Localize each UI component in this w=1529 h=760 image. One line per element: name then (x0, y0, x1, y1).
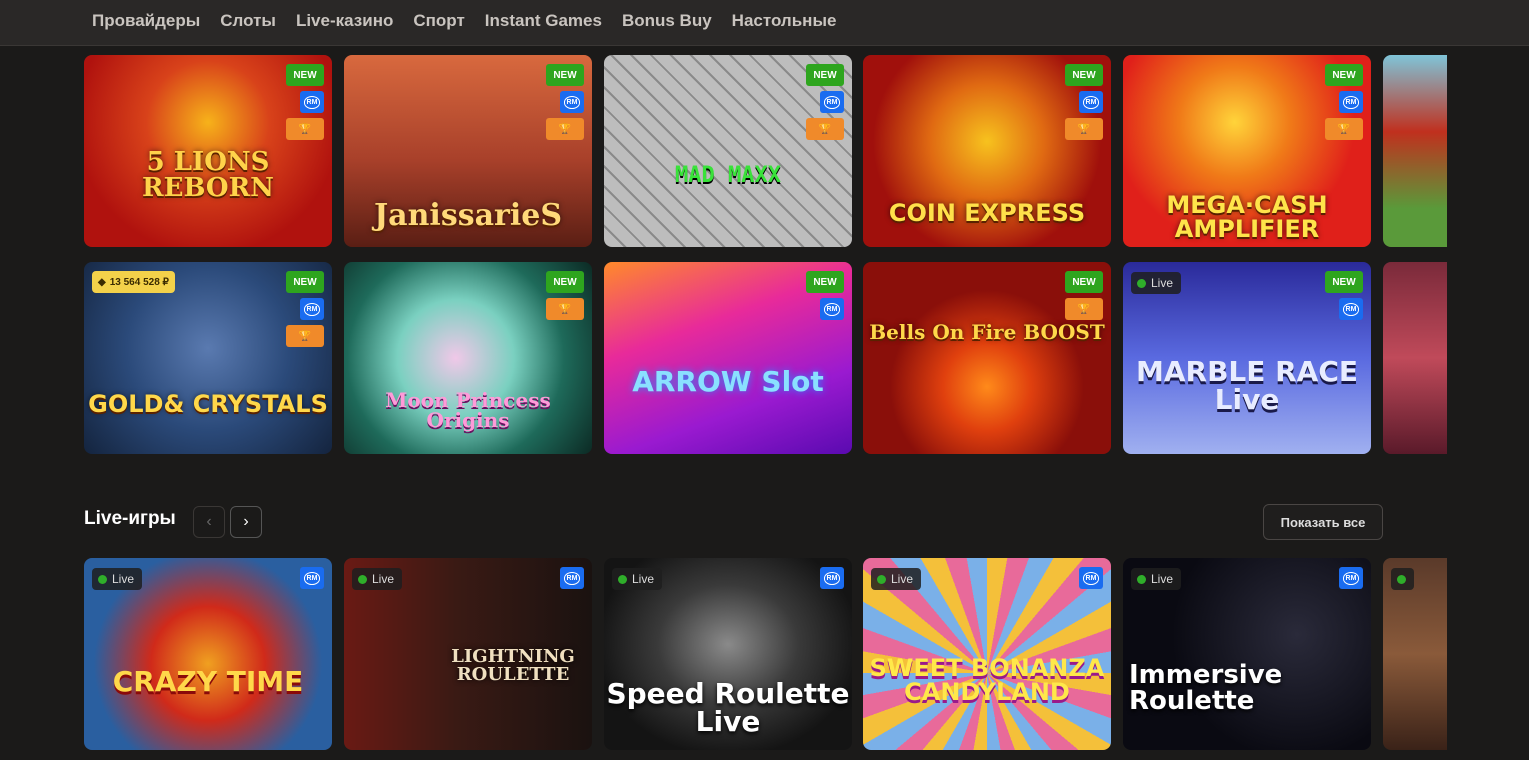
rm-icon: RM (1079, 567, 1103, 589)
game-title: 5 LIONS REBORN (142, 147, 274, 203)
show-all-button[interactable]: Показать все (1263, 504, 1383, 540)
game-card-5-lions-reborn[interactable]: 5 LIONS REBORN NEW RM 🏆 (84, 55, 332, 247)
trophy-icon: 🏆 (286, 325, 324, 347)
trophy-icon: 🏆 (1065, 118, 1103, 140)
nav-live-casino[interactable]: Live-казино (296, 11, 393, 31)
game-card-coin-express[interactable]: COIN EXPRESS NEW RM 🏆 (863, 55, 1111, 247)
game-title: JanissarieS (373, 198, 562, 233)
trophy-icon: 🏆 (1065, 298, 1103, 320)
game-card-mad-maxx[interactable]: MAD MAXX NEW RM 🏆 (604, 55, 852, 247)
game-title: MEGA·CASH AMPLIFIER (1166, 191, 1328, 243)
live-dot-icon (98, 574, 107, 584)
trophy-icon: 🏆 (286, 118, 324, 140)
rm-icon: RM (820, 91, 844, 113)
trophy-icon: 🏆 (546, 298, 584, 320)
game-card-moon-princess-origins[interactable]: Moon Princess Origins NEW 🏆 (344, 262, 592, 454)
carousel-next-button[interactable]: › (230, 506, 262, 538)
live-game-card-immersive-roulette[interactable]: Live Immersive Roulette RM (1123, 558, 1371, 750)
new-badge: NEW (806, 64, 844, 86)
game-title: CRAZY TIME (112, 665, 304, 698)
rm-icon: RM (300, 567, 324, 589)
new-badge: NEW (806, 271, 844, 293)
nav-bonus-buy[interactable]: Bonus Buy (622, 11, 712, 31)
live-badge: Live (612, 568, 663, 590)
live-dot-icon (358, 574, 367, 584)
live-game-card-sweet-bonanza-candyland[interactable]: Live SWEET BONANZA CANDYLAND RM (863, 558, 1111, 750)
nav-table-games[interactable]: Настольные (732, 11, 837, 31)
game-title: MAD MAXX (675, 163, 781, 188)
trophy-icon: 🏆 (1325, 118, 1363, 140)
carousel-prev-button[interactable]: ‹ (193, 506, 225, 538)
live-game-card-crazy-time[interactable]: Live CRAZY TIME RM (84, 558, 332, 750)
game-title: GOLD& CRYSTALS (88, 390, 328, 418)
live-dot-icon (877, 574, 886, 584)
game-title: Immersive Roulette (1129, 660, 1283, 716)
game-card-bells-on-fire-boost[interactable]: Bells On Fire BOOST NEW 🏆 (863, 262, 1111, 454)
live-dot-icon (1397, 574, 1406, 584)
live-dot-icon (618, 574, 627, 584)
new-badge: NEW (1325, 64, 1363, 86)
rm-icon: RM (1079, 91, 1103, 113)
game-title: Speed Roulette Live (606, 677, 850, 738)
live-dot-icon (1137, 278, 1146, 288)
live-dot-icon (1137, 574, 1146, 584)
rm-icon: RM (1339, 91, 1363, 113)
nav-instant-games[interactable]: Instant Games (485, 11, 602, 31)
live-badge (1391, 568, 1414, 590)
new-badge: NEW (546, 271, 584, 293)
game-card-arrow-slot[interactable]: ARROW Slot NEW RM (604, 262, 852, 454)
new-badge: NEW (1325, 271, 1363, 293)
game-title: Moon Princess Origins (385, 388, 551, 432)
rm-icon: RM (1339, 298, 1363, 320)
rm-icon: RM (300, 91, 324, 113)
game-card-gold-crystals[interactable]: ◆ 13 564 528 ₽ GOLD& CRYSTALS NEW RM 🏆 (84, 262, 332, 454)
jackpot-badge: ◆ 13 564 528 ₽ (92, 271, 175, 293)
diamond-icon: ◆ (98, 276, 106, 288)
live-badge: Live (92, 568, 143, 590)
live-game-card-speed-roulette[interactable]: Live Speed Roulette Live RM (604, 558, 852, 750)
live-badge: Live (871, 568, 922, 590)
live-badge: Live (1131, 272, 1182, 294)
new-badge: NEW (286, 64, 324, 86)
live-game-card-lightning-roulette[interactable]: Live LIGHTNING ROULETTE RM (344, 558, 592, 750)
new-badge: NEW (546, 64, 584, 86)
game-title: Bells On Fire BOOST (869, 320, 1105, 344)
nav-providers[interactable]: Провайдеры (92, 11, 200, 31)
rm-icon: RM (820, 298, 844, 320)
trophy-icon: 🏆 (546, 118, 584, 140)
game-title: COIN EXPRESS (888, 199, 1086, 227)
game-card-mega-cash-amplifier[interactable]: MEGA·CASH AMPLIFIER NEW RM 🏆 (1123, 55, 1371, 247)
section-title-live-games: Live-игры (84, 508, 176, 529)
live-badge: Live (1131, 568, 1182, 590)
game-card-janissaries[interactable]: JanissarieS NEW RM 🏆 (344, 55, 592, 247)
nav-slots[interactable]: Слоты (220, 11, 276, 31)
game-title: SWEET BONANZA CANDYLAND (869, 654, 1105, 706)
rm-icon: RM (300, 298, 324, 320)
rm-icon: RM (560, 567, 584, 589)
game-card-partial[interactable] (1383, 55, 1447, 247)
rm-icon: RM (560, 91, 584, 113)
trophy-icon: 🏆 (806, 118, 844, 140)
game-title: MARBLE RACE Live (1135, 355, 1359, 416)
live-game-card-partial[interactable] (1383, 558, 1447, 750)
new-badge: NEW (286, 271, 324, 293)
nav-sport[interactable]: Спорт (413, 11, 464, 31)
rm-icon: RM (820, 567, 844, 589)
game-title: ARROW Slot (632, 365, 824, 398)
category-nav: Провайдеры Слоты Live-казино Спорт Insta… (0, 0, 1529, 46)
game-card-marble-race-live[interactable]: Live MARBLE RACE Live NEW RM (1123, 262, 1371, 454)
rm-icon: RM (1339, 567, 1363, 589)
live-badge: Live (352, 568, 403, 590)
game-title: LIGHTNING ROULETTE (451, 646, 575, 685)
game-card-partial[interactable] (1383, 262, 1447, 454)
new-badge: NEW (1065, 64, 1103, 86)
new-badge: NEW (1065, 271, 1103, 293)
